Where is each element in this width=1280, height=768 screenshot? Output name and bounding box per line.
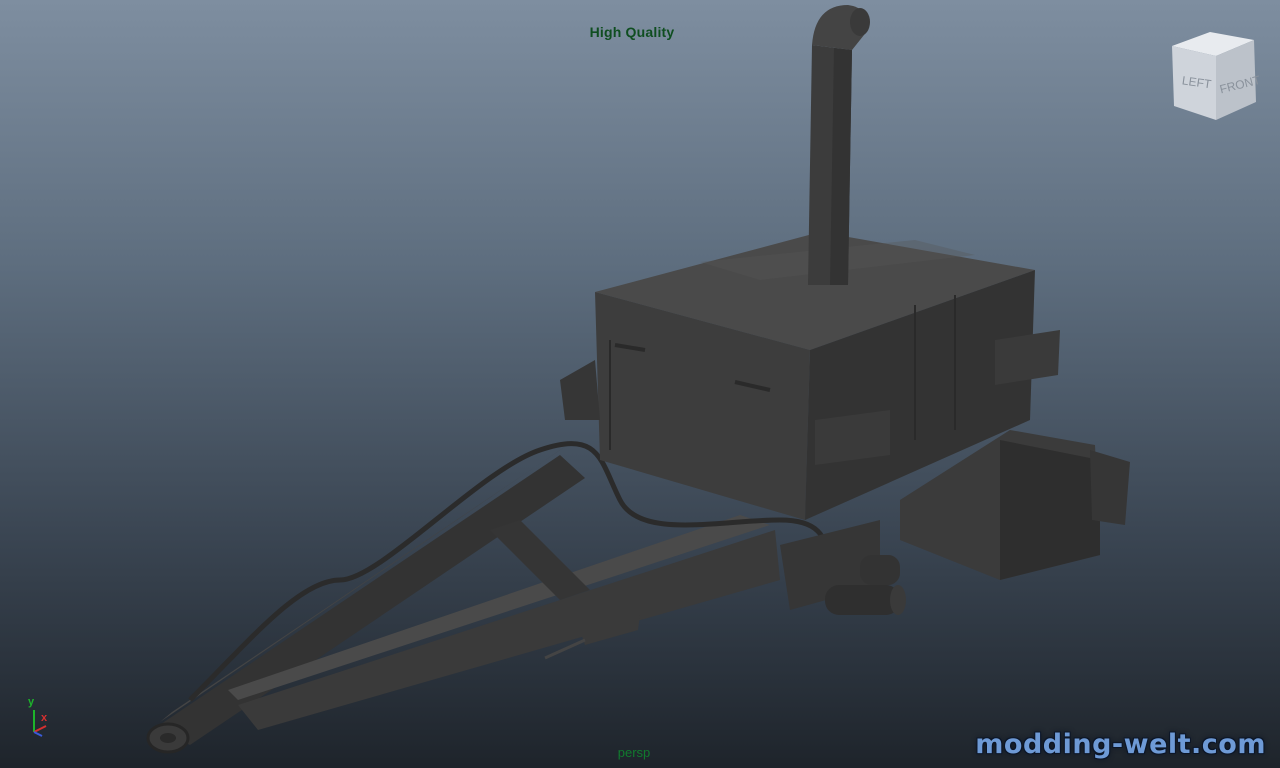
side-bracket-left <box>560 360 600 420</box>
trailer-model[interactable] <box>0 0 1280 768</box>
view-cube[interactable]: LEFT FRONT <box>1162 24 1262 124</box>
hydraulic-cylinder <box>825 585 900 615</box>
drawbar-right-arm-top <box>228 515 770 700</box>
fender-shade <box>1000 440 1100 580</box>
z-axis-line <box>33 731 43 737</box>
x-axis-label: x <box>41 712 48 724</box>
x-axis-line <box>33 725 47 733</box>
axis-indicator: y x <box>22 696 58 740</box>
watermark-logo: modding-welt.com <box>975 729 1266 760</box>
y-axis-label: y <box>28 696 35 708</box>
maya-viewport[interactable]: High Quality LEFT FRONT y x persp moddin… <box>0 0 1280 768</box>
